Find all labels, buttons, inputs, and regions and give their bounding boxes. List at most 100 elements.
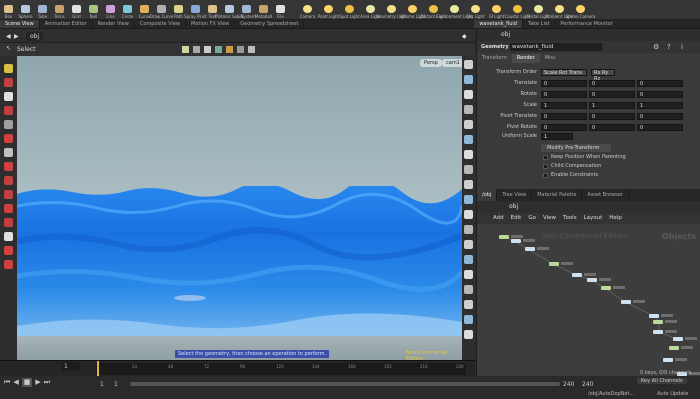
left-tool-icon-11[interactable] bbox=[4, 218, 13, 227]
shelf-tool-4[interactable]: Grid bbox=[68, 0, 85, 19]
node-name-field[interactable]: wavetank_fluid bbox=[510, 43, 602, 51]
persp-menu[interactable]: Persp bbox=[420, 59, 442, 67]
network-node[interactable] bbox=[649, 314, 659, 318]
frame-cursor[interactable] bbox=[97, 361, 99, 376]
playback-end-field[interactable]: 240 bbox=[563, 381, 574, 388]
step-back-icon[interactable]: ◀ bbox=[13, 378, 18, 387]
param-field[interactable]: 0 bbox=[589, 113, 635, 120]
left-tool-icon-10[interactable] bbox=[4, 204, 13, 213]
network-node[interactable] bbox=[511, 239, 521, 243]
shelf-light-8[interactable]: Sky Light bbox=[465, 0, 486, 19]
display-option-icon-9[interactable] bbox=[464, 195, 473, 204]
right-tab-1[interactable]: Take List bbox=[523, 20, 556, 28]
gear-icon[interactable]: ⚙ bbox=[653, 43, 659, 51]
display-option-icon-3[interactable] bbox=[464, 105, 473, 114]
select-box-icon[interactable] bbox=[182, 46, 189, 53]
camera-menu[interactable]: cam1 bbox=[442, 59, 462, 67]
shelf-tool-6[interactable]: Line bbox=[102, 0, 119, 19]
display-option-icon-10[interactable] bbox=[464, 210, 473, 219]
tab-transform[interactable]: Transform bbox=[477, 54, 512, 63]
network-menu-item[interactable]: Layout bbox=[584, 213, 603, 224]
network-node[interactable] bbox=[673, 337, 683, 341]
range-end-field[interactable]: 240 bbox=[582, 381, 593, 388]
network-menu-item[interactable]: Tools bbox=[563, 213, 577, 224]
shelf-tool-14[interactable]: L-System bbox=[237, 0, 256, 19]
param-field[interactable]: 0 bbox=[589, 124, 635, 131]
display-option-icon-5[interactable] bbox=[464, 135, 473, 144]
network-node[interactable] bbox=[549, 262, 559, 266]
scene-viewport[interactable]: Persp cam1 Select the geometry, then cho… bbox=[17, 56, 462, 360]
param-field[interactable]: 0 bbox=[637, 124, 683, 131]
param-field[interactable]: 0 bbox=[637, 91, 683, 98]
shelf-light-7[interactable]: Environment Light bbox=[436, 0, 473, 19]
prims-icon[interactable] bbox=[248, 46, 255, 53]
forward-arrow-icon[interactable]: ▶ bbox=[14, 32, 19, 41]
left-tool-icon-0[interactable] bbox=[4, 64, 13, 73]
display-option-icon-6[interactable] bbox=[464, 150, 473, 159]
tab-0[interactable]: Scene View bbox=[0, 20, 40, 28]
left-tool-icon-4[interactable] bbox=[4, 120, 13, 129]
display-option-icon-12[interactable] bbox=[464, 240, 473, 249]
display-option-icon-18[interactable] bbox=[464, 330, 473, 339]
brush-icon[interactable] bbox=[215, 46, 222, 53]
shelf-tool-9[interactable]: Draw Curve bbox=[150, 0, 173, 19]
checkbox[interactable] bbox=[543, 155, 548, 160]
display-option-icon-15[interactable] bbox=[464, 285, 473, 294]
viewer-path[interactable]: obj bbox=[26, 32, 44, 41]
right-tab-0[interactable]: wavetank_fluid bbox=[474, 20, 523, 28]
param-field[interactable]: 0 bbox=[637, 80, 683, 87]
select-mode-icon[interactable]: ↖ bbox=[6, 45, 11, 52]
right-tab-2[interactable]: Performance Monitor bbox=[555, 20, 619, 28]
shelf-tool-2[interactable]: Tube bbox=[34, 0, 51, 19]
param-field[interactable]: 1 bbox=[589, 102, 635, 109]
shelf-light-2[interactable]: Spot Light bbox=[339, 0, 360, 19]
network-menu-item[interactable]: Edit bbox=[511, 213, 522, 224]
key-all-channels-button[interactable]: Key All Channels bbox=[637, 378, 687, 384]
pin-icon[interactable]: ◆ bbox=[462, 32, 467, 41]
shelf-tool-16[interactable]: File bbox=[272, 0, 289, 19]
tab-1[interactable]: Animation Editor bbox=[40, 20, 93, 28]
display-option-icon-13[interactable] bbox=[464, 255, 473, 264]
play-icon[interactable]: ▶ bbox=[35, 378, 40, 387]
network-path[interactable]: obj bbox=[509, 203, 518, 210]
rotate-order-menu[interactable]: Rx Ry Rz bbox=[591, 69, 615, 82]
pick-icon[interactable] bbox=[193, 46, 200, 53]
left-tool-icon-2[interactable] bbox=[4, 92, 13, 101]
param-field[interactable]: 1 bbox=[637, 102, 683, 109]
tab-2[interactable]: Render View bbox=[93, 20, 135, 28]
left-tool-icon-14[interactable] bbox=[4, 260, 13, 269]
network-tab-2[interactable]: Material Palette bbox=[532, 189, 583, 201]
network-tab-0[interactable]: /obj bbox=[477, 189, 498, 201]
playback-start-field[interactable]: 1 bbox=[114, 381, 118, 388]
display-option-icon-11[interactable] bbox=[464, 225, 473, 234]
display-option-icon-14[interactable] bbox=[464, 270, 473, 279]
param-field[interactable]: 0 bbox=[589, 80, 635, 87]
shelf-tool-13[interactable]: Platonic Solids bbox=[215, 0, 244, 19]
current-frame-field[interactable]: 1 bbox=[62, 362, 80, 371]
transform-order-menu[interactable]: Scale Rot Trans bbox=[541, 69, 587, 76]
shelf-tool-15[interactable]: Metaball bbox=[255, 0, 272, 19]
left-tool-icon-7[interactable] bbox=[4, 162, 13, 171]
shelf-tool-7[interactable]: Circle bbox=[119, 0, 136, 19]
auto-update-menu[interactable]: Auto Update bbox=[657, 391, 688, 397]
display-option-icon-2[interactable] bbox=[464, 90, 473, 99]
network-node[interactable] bbox=[572, 273, 582, 277]
network-node[interactable] bbox=[525, 247, 535, 251]
param-field[interactable]: 0 bbox=[541, 91, 587, 98]
uniform-scale-field[interactable]: 1 bbox=[541, 133, 573, 140]
shelf-light-10[interactable]: Caustic Light bbox=[505, 0, 531, 19]
display-option-icon-1[interactable] bbox=[464, 75, 473, 84]
checkbox[interactable] bbox=[543, 173, 548, 178]
network-canvas[interactable]: Non-Commercial Edition Objects bbox=[477, 224, 700, 376]
network-node[interactable] bbox=[669, 346, 679, 350]
param-field[interactable]: 0 bbox=[541, 124, 587, 131]
shelf-tool-1[interactable]: Sphere bbox=[17, 0, 34, 19]
left-tool-icon-12[interactable] bbox=[4, 232, 13, 241]
display-option-icon-16[interactable] bbox=[464, 300, 473, 309]
shelf-tool-0[interactable]: Box bbox=[0, 0, 17, 19]
tab-misc[interactable]: Misc bbox=[540, 54, 561, 63]
network-node[interactable] bbox=[499, 235, 509, 239]
shelf-light-1[interactable]: Point Light bbox=[318, 0, 339, 19]
shelf-light-13[interactable]: Stereo Camera bbox=[566, 0, 596, 19]
network-tab-1[interactable]: Tree View bbox=[497, 189, 533, 201]
